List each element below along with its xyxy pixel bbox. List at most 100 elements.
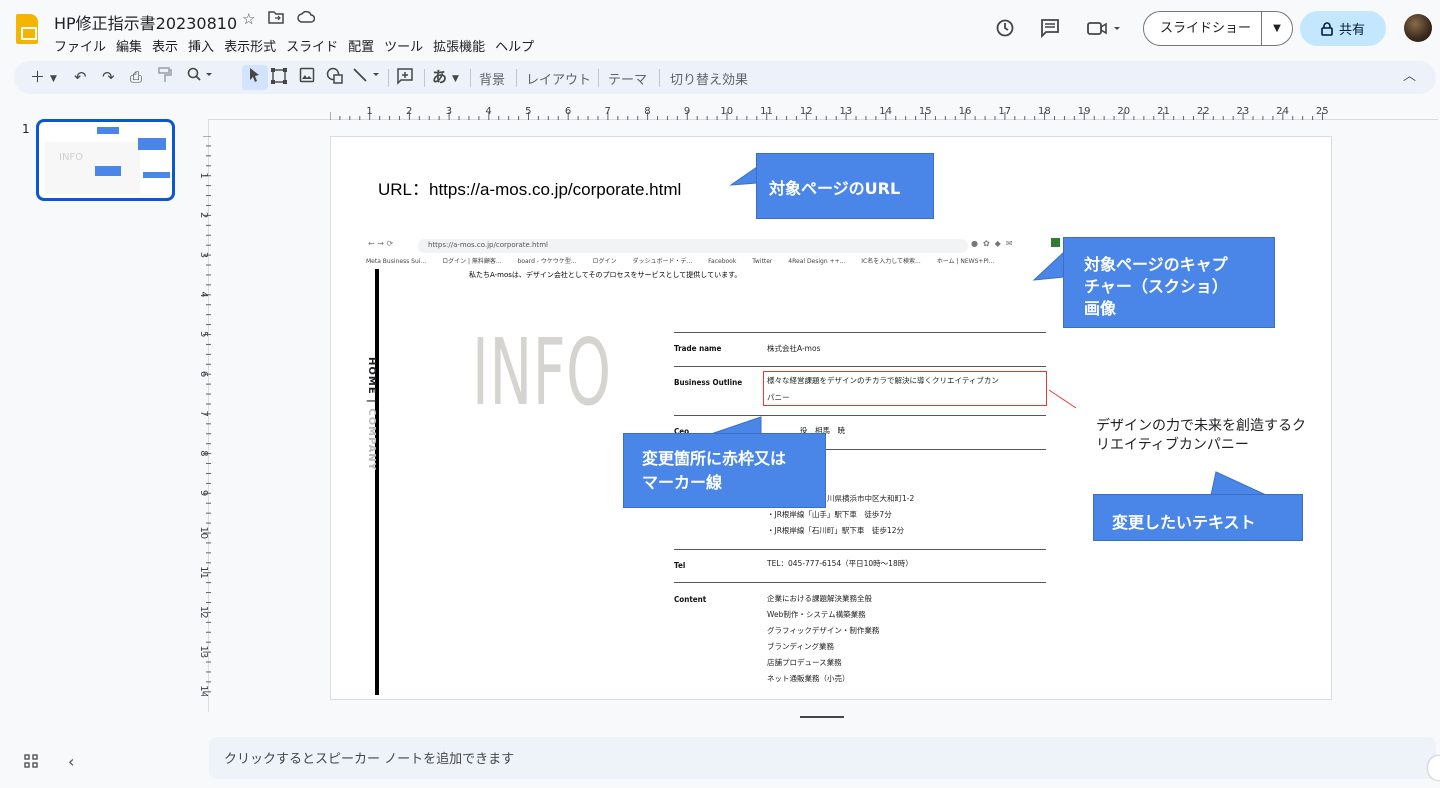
comments-icon[interactable] <box>1040 18 1060 43</box>
new-slide-icon[interactable]: ＋ <box>30 67 45 87</box>
notes-resize-handle[interactable] <box>800 716 844 718</box>
thumbnail-callout <box>97 127 119 134</box>
move-folder-icon[interactable] <box>268 10 284 28</box>
ruler-number: 4 <box>485 106 491 117</box>
ruler-number: 6 <box>198 371 209 377</box>
version-history-icon[interactable] <box>995 18 1015 43</box>
select-box-icon[interactable] <box>270 67 288 90</box>
ruler-number: 16 <box>959 106 972 117</box>
theme-button[interactable]: テーマ <box>608 69 647 88</box>
ruler-number: 10 <box>720 106 733 117</box>
toolbar-divider <box>388 69 389 87</box>
share-button[interactable]: 共有 <box>1300 11 1386 46</box>
menu-help[interactable]: ヘルプ <box>495 34 541 57</box>
ruler-number: 13 <box>840 106 853 117</box>
menu-insert[interactable]: 挿入 <box>188 34 221 57</box>
callout-line: 画像 <box>1084 299 1117 318</box>
menu-tools[interactable]: ツール <box>384 34 430 57</box>
speaker-notes-area[interactable]: クリックするとスピーカー ノートを追加できます <box>209 737 1436 779</box>
toolbar-divider <box>659 69 660 87</box>
ruler-number: 15 <box>919 106 932 117</box>
ruler-number: 20 <box>1117 106 1130 117</box>
slideshow-label[interactable]: スライドショー <box>1144 12 1262 45</box>
shape-icon[interactable] <box>326 67 344 90</box>
input-tools-icon[interactable]: あ <box>432 67 447 87</box>
background-button[interactable]: 背景 <box>479 69 505 88</box>
slide-number: 1 <box>22 122 30 136</box>
callout-target-capture[interactable]: 対象ページのキャプ チャー（スクショ） 画像 <box>1063 237 1275 328</box>
callout-capture-pointer <box>1032 250 1065 281</box>
menu-file[interactable]: ファイル <box>54 34 113 57</box>
grid-view-icon[interactable] <box>24 754 38 772</box>
vertical-ruler[interactable]: 1234567891011121314 <box>195 136 211 696</box>
undo-icon[interactable]: ↶ <box>74 67 87 87</box>
ruler-number: 9 <box>198 490 209 496</box>
lock-icon <box>1321 21 1333 36</box>
account-avatar[interactable] <box>1404 14 1432 42</box>
layout-button[interactable]: レイアウト <box>526 69 591 88</box>
callout-new-text[interactable]: 変更したいテキスト <box>1093 494 1303 541</box>
ruler-number: 21 <box>1157 106 1170 117</box>
slideshow-options-caret-icon[interactable]: ▼ <box>1262 23 1292 34</box>
document-title[interactable]: HP修正指示書20230810 <box>54 10 237 34</box>
ruler-number: 22 <box>1197 106 1210 117</box>
zoom-icon[interactable] <box>187 67 213 88</box>
ruler-number: 1 <box>198 172 209 178</box>
ruler-number: 14 <box>198 685 209 696</box>
line-icon[interactable] <box>352 67 382 88</box>
callout-target-url[interactable]: 対象ページのURL <box>756 153 934 219</box>
marker-connector-line <box>1048 389 1077 409</box>
callout-url-pointer <box>729 166 758 186</box>
collapse-filmstrip-icon[interactable]: ‹ <box>68 752 74 771</box>
meet-video-icon[interactable] <box>1087 18 1123 43</box>
speaker-notes-placeholder: クリックするとスピーカー ノートを追加できます <box>224 752 515 767</box>
thumbnail-info-word: INFO <box>59 152 84 163</box>
thumbnail-screenshot <box>45 142 140 194</box>
ruler-number: 7 <box>605 106 611 117</box>
select-cursor-icon[interactable] <box>248 67 262 88</box>
redo-icon[interactable]: ↷ <box>102 67 115 87</box>
ruler-number: 13 <box>198 646 209 659</box>
slide-canvas[interactable]: URL：https://a-mos.co.jp/corporate.html ←… <box>330 136 1332 700</box>
input-tools-caret-icon[interactable]: ▼ <box>452 69 459 89</box>
print-icon[interactable]: ⎙ <box>130 67 142 87</box>
menu-edit[interactable]: 編集 <box>116 34 149 57</box>
star-icon[interactable]: ☆ <box>242 10 255 28</box>
ruler-number: 9 <box>684 106 690 117</box>
menu-arrange[interactable]: 配置 <box>348 34 381 57</box>
slides-logo-icon[interactable] <box>16 14 38 44</box>
ruler-number: 5 <box>525 106 531 117</box>
slideshow-button[interactable]: スライドショー ▼ <box>1143 11 1293 46</box>
horizontal-ruler[interactable]: 1 2 3 4 5 6 7 8 9 10 11 12 13 14 15 16 17 18 19 20 21 22 23 24 2… <box>330 104 1332 120</box>
callout-text-pointer <box>1210 471 1267 496</box>
ruler-number: 12 <box>800 106 813 117</box>
transition-button[interactable]: 切り替え効果 <box>670 69 748 88</box>
paint-format-icon[interactable] <box>158 67 172 88</box>
menu-bar: ファイル 編集 表示 挿入 表示形式 スライド 配置 ツール 拡張機能 ヘルプ <box>54 34 544 57</box>
collapse-toolbar-icon[interactable]: ︿ <box>1403 67 1416 87</box>
cloud-status-icon[interactable] <box>297 10 316 28</box>
callout-line: 変更箇所に赤枠又は <box>642 449 787 468</box>
ruler-number: 6 <box>565 106 571 117</box>
toolbar: ＋ ▼ ↶ ↷ ⎙ あ ▼ 背景 レイアウト テーマ 切り替え効果 ︿ <box>14 61 1436 94</box>
replacement-text-box[interactable]: デザインの力で未来を創造するクリエイティブカンパニー <box>1096 417 1306 455</box>
app-header: HP修正指示書20230810 ☆ ファイル 編集 表示 挿入 表示形式 スライ… <box>0 0 1440 58</box>
ruler-number: 11 <box>198 566 209 579</box>
ruler-number: 3 <box>198 252 209 258</box>
menu-format[interactable]: 表示形式 <box>224 34 283 57</box>
image-icon[interactable] <box>299 67 315 88</box>
ruler-number: 7 <box>198 411 209 417</box>
callout-change-marker[interactable]: 変更箇所に赤枠又は マーカー線 <box>623 433 826 508</box>
toolbar-divider <box>598 69 599 87</box>
slide-thumbnail[interactable]: INFO <box>36 119 175 201</box>
menu-extensions[interactable]: 拡張機能 <box>433 34 492 57</box>
menu-slide[interactable]: スライド <box>286 34 345 57</box>
new-slide-caret-icon[interactable]: ▼ <box>50 69 57 89</box>
comment-add-icon[interactable] <box>396 67 414 90</box>
ruler-number: 5 <box>198 331 209 337</box>
ruler-number: 8 <box>198 450 209 456</box>
toolbar-divider <box>470 69 471 87</box>
thumbnail-callout <box>95 166 121 176</box>
ruler-number: 1 <box>366 106 372 117</box>
menu-view[interactable]: 表示 <box>152 34 185 57</box>
